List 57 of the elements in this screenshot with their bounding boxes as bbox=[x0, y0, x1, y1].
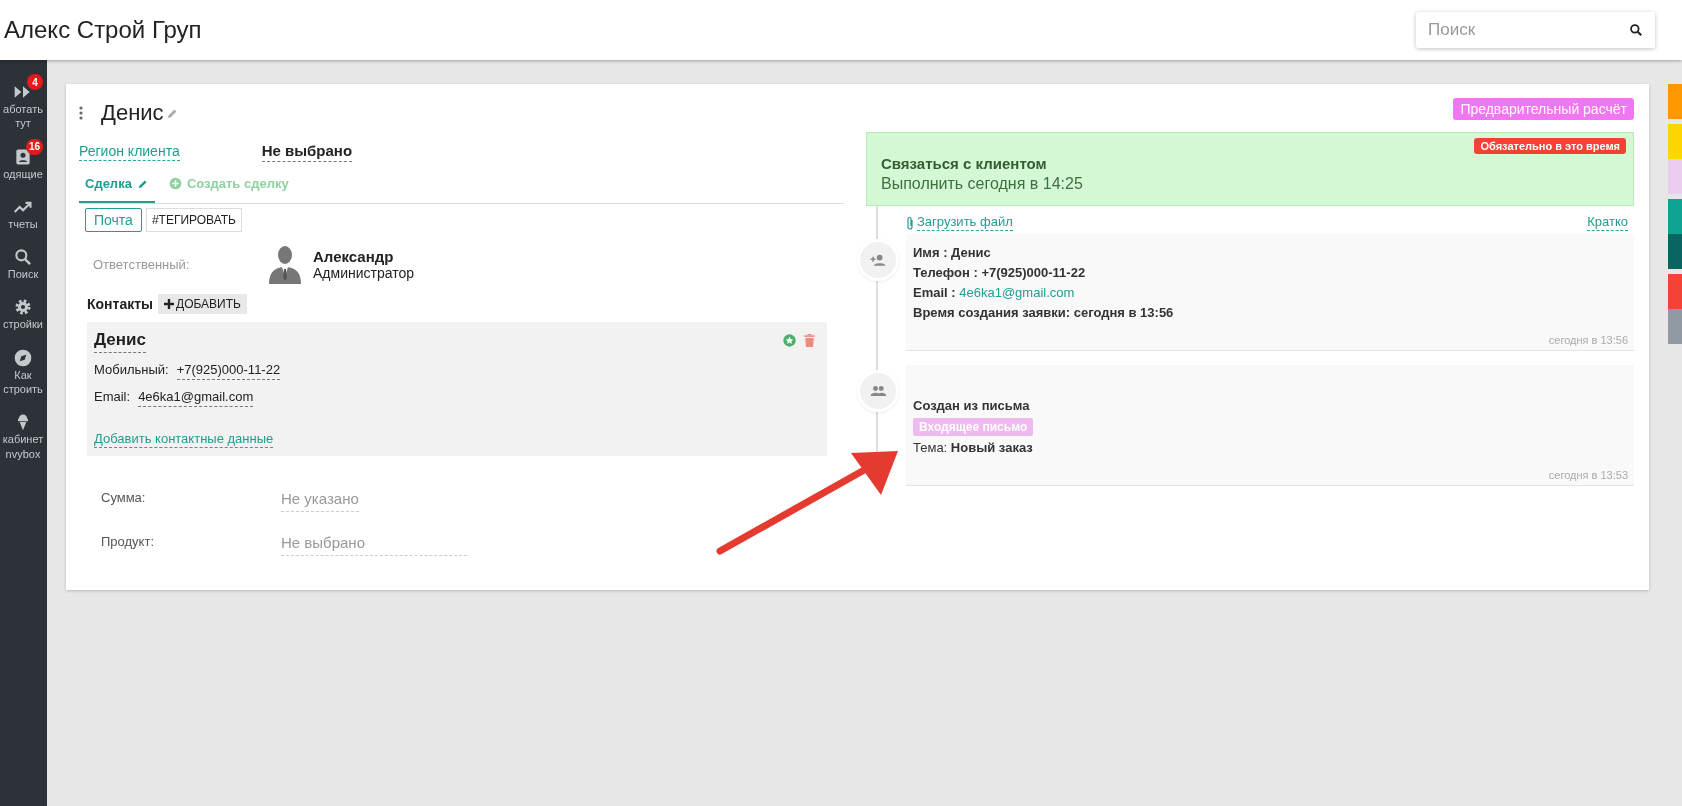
upload-file-link[interactable]: Загрузить файл bbox=[917, 214, 1013, 231]
user-silhouette-icon bbox=[267, 244, 303, 284]
section-title: Контакты bbox=[87, 296, 153, 312]
search-icon bbox=[13, 247, 33, 268]
entry-text: Время создания заявки: сегодня в 13:56 bbox=[913, 304, 1175, 322]
count-badge: 16 bbox=[25, 138, 43, 155]
tag-button[interactable]: #ТЕГИРОВАТЬ bbox=[145, 208, 242, 232]
sidebar-item[interactable]: одящие 16 bbox=[0, 138, 46, 181]
region-value[interactable]: Не выбрано bbox=[261, 142, 353, 162]
field-label: Email: bbox=[94, 389, 131, 406]
sidebar-item[interactable]: Поиск bbox=[0, 239, 46, 282]
entry-text: Тема: Новый заказ bbox=[913, 440, 1034, 458]
user-name: Александр bbox=[313, 247, 395, 265]
tag-label: Входящее письмо bbox=[913, 418, 1034, 437]
field-value[interactable]: 4e6ka1@gmail.com bbox=[138, 389, 254, 407]
entry-time: сегодня в 13:56 bbox=[1547, 333, 1628, 346]
more-vertical-icon[interactable] bbox=[79, 106, 83, 120]
entry-label: Email : bbox=[913, 284, 956, 300]
plus-circle-icon bbox=[168, 177, 182, 190]
task-due: Выполнить сегодня в 14:25 bbox=[881, 175, 1084, 193]
field-label: Мобильный: bbox=[94, 362, 169, 379]
field-value[interactable]: +7(925)000-11-22 bbox=[176, 362, 281, 380]
priority-badge: Обязательно в это время bbox=[1474, 138, 1626, 154]
task-title: Связаться с клиентом bbox=[881, 155, 1048, 172]
entry-text: Создан из письма bbox=[913, 397, 1031, 415]
sidebar-item[interactable]: кабинет nvybox bbox=[0, 404, 46, 461]
stage-badge: Предварительный расчёт bbox=[1453, 98, 1634, 120]
color-tab[interactable] bbox=[1668, 199, 1682, 234]
color-tab[interactable] bbox=[1668, 274, 1682, 309]
contact-name[interactable]: Денис bbox=[94, 330, 146, 353]
color-tab[interactable] bbox=[1668, 124, 1682, 159]
field-label: Ответственный: bbox=[93, 256, 191, 272]
count-badge: 4 bbox=[27, 74, 43, 90]
app-title: Алекс Строй Груп bbox=[4, 16, 202, 44]
star-circle-icon[interactable] bbox=[783, 334, 796, 347]
color-tab[interactable] bbox=[1668, 234, 1682, 269]
sidebar-item[interactable]: стройки bbox=[0, 289, 46, 332]
paperclip-icon bbox=[906, 215, 914, 230]
user-role: Администратор bbox=[313, 264, 414, 281]
color-tab[interactable] bbox=[1668, 309, 1682, 344]
field-label: Продукт: bbox=[101, 534, 155, 551]
sidebar-item[interactable]: тчеты bbox=[0, 188, 46, 232]
color-tab[interactable] bbox=[1668, 84, 1682, 119]
entry-text: Телефон : +7(925)000-11-22 bbox=[913, 264, 1087, 282]
entry-text: Имя : Денис bbox=[913, 245, 992, 262]
add-contact-button[interactable]: ДОБАВИТЬ bbox=[158, 294, 247, 314]
client-name: Денис bbox=[101, 100, 164, 126]
search-field[interactable]: Поиск bbox=[1416, 12, 1655, 48]
field-label: Сумма: bbox=[101, 490, 147, 507]
search-icon[interactable] bbox=[1629, 23, 1643, 37]
sidebar-item[interactable]: аботать тут 4 bbox=[0, 74, 46, 131]
plus-icon bbox=[164, 299, 174, 309]
color-tab[interactable] bbox=[1668, 159, 1682, 194]
trash-icon[interactable] bbox=[804, 334, 815, 347]
sidebar-item[interactable]: Как строить bbox=[0, 339, 46, 397]
compass-icon bbox=[13, 347, 33, 368]
entry-time: сегодня в 13:53 bbox=[1547, 469, 1628, 482]
